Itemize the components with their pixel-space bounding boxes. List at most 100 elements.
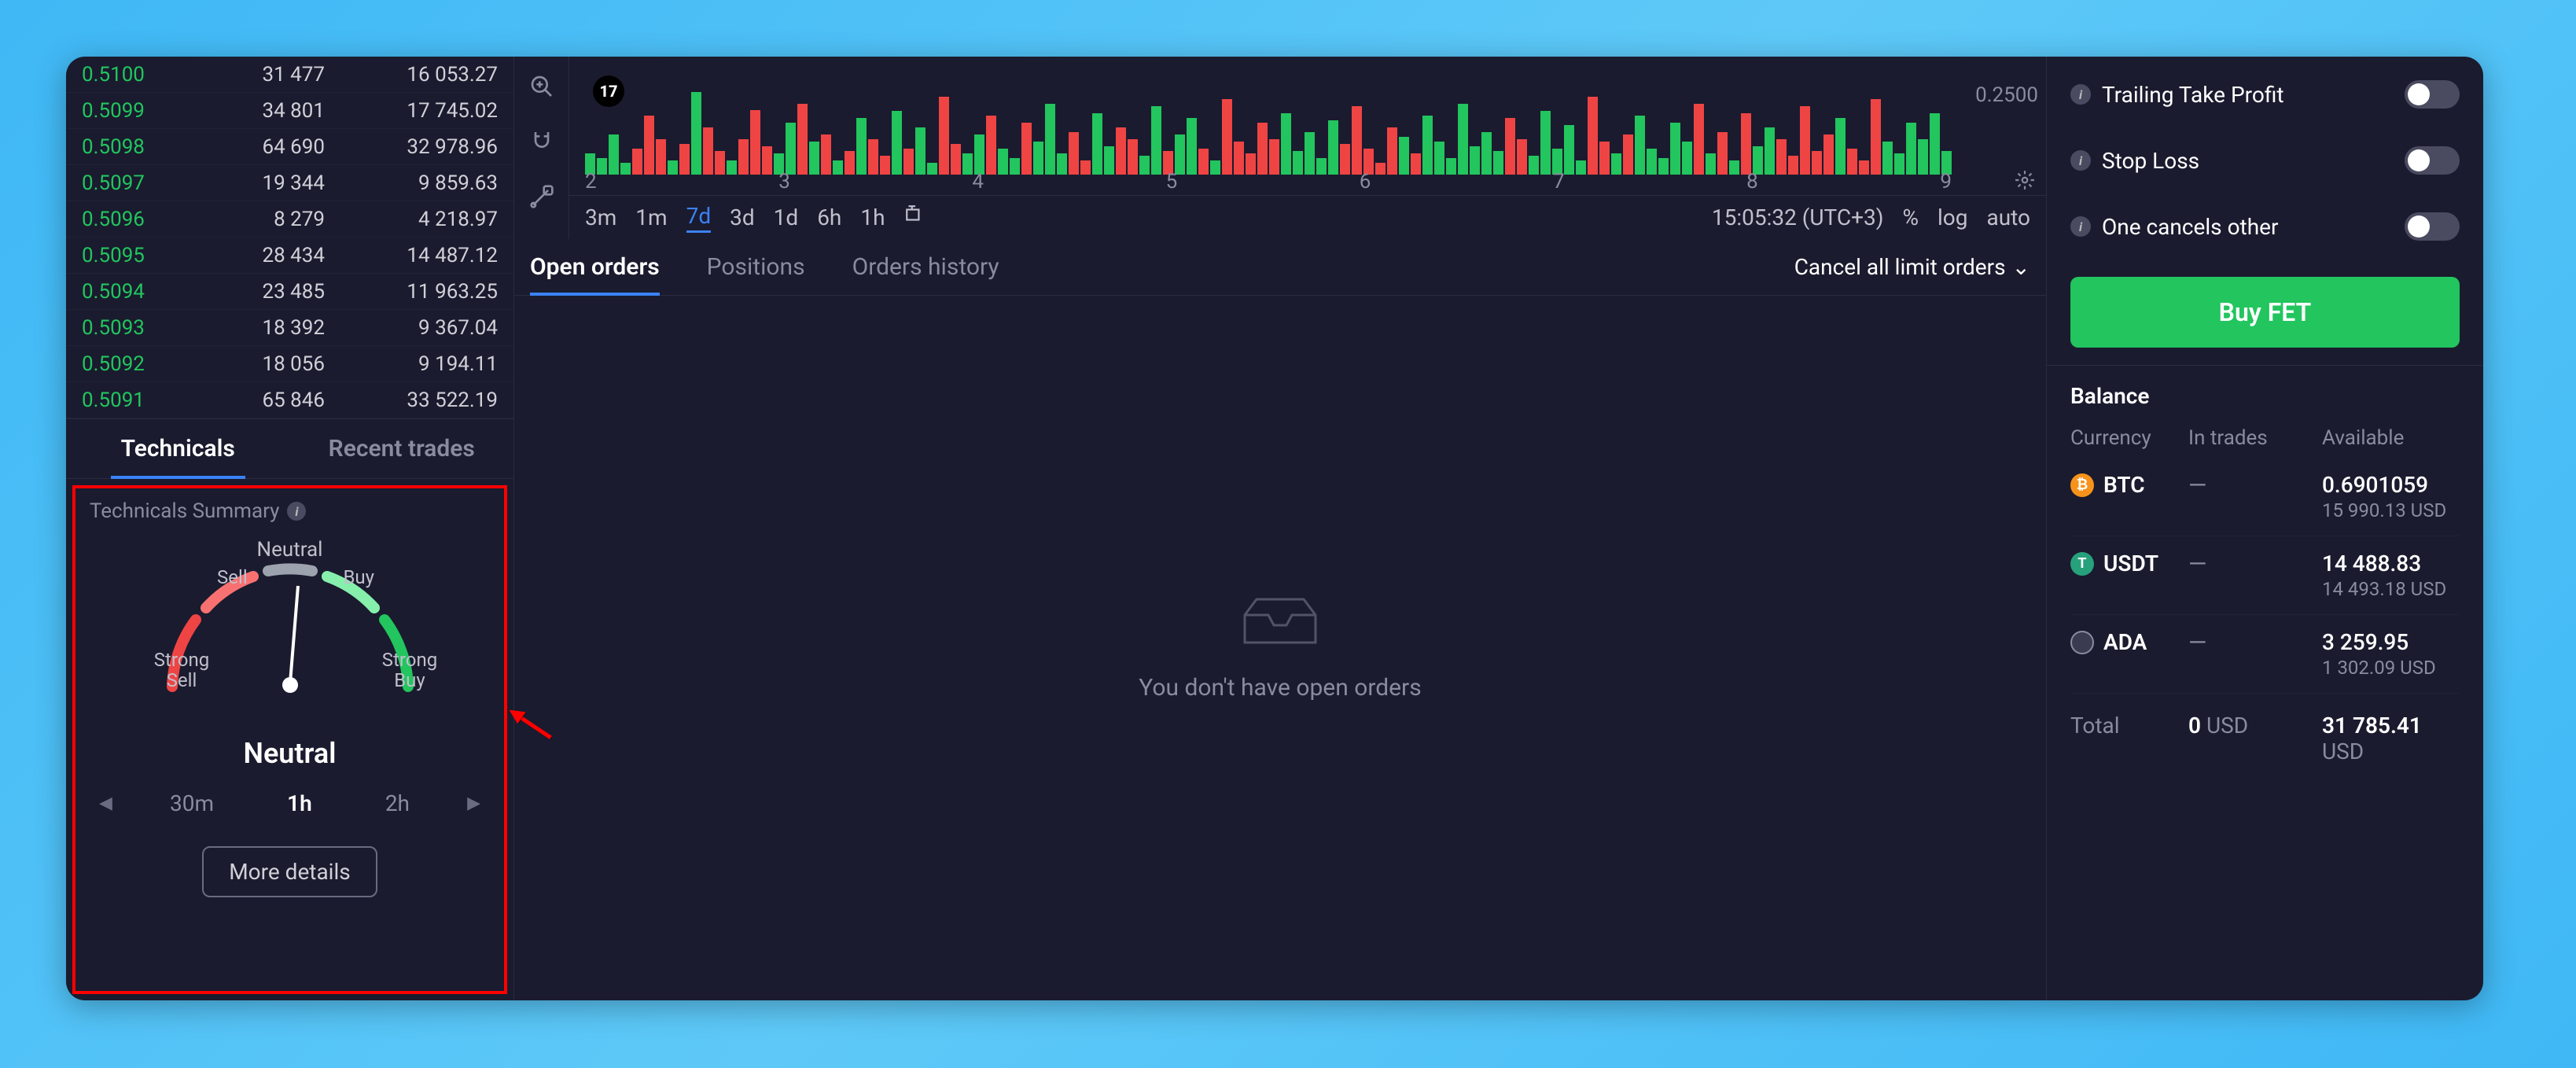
chart-tf-1d[interactable]: 1d xyxy=(774,204,799,230)
balance-in-trades: — xyxy=(2188,551,2322,578)
balance-header-row: Currency In trades Available xyxy=(2070,426,2460,450)
balance-row[interactable]: ₿BTC—0.690105915 990.13 USD xyxy=(2070,458,2460,536)
info-icon[interactable]: i xyxy=(2070,216,2091,237)
info-icon[interactable]: i xyxy=(2070,150,2091,171)
ob-amount: 19 344 xyxy=(208,171,348,195)
ob-price: 0.5098 xyxy=(82,135,208,159)
balance-currency: TUSDT xyxy=(2070,551,2188,576)
orderbook-row[interactable]: 0.509719 3449 859.63 xyxy=(66,165,513,201)
balance-section: Balance Currency In trades Available ₿BT… xyxy=(2047,365,2483,764)
right-column: iTrailing Take Profit iStop Loss iOne ca… xyxy=(2047,57,2483,1000)
ob-amount: 31 477 xyxy=(208,63,348,87)
oco-toggle[interactable] xyxy=(2405,212,2460,241)
orderbook-row[interactable]: 0.509528 43414 487.12 xyxy=(66,238,513,274)
ob-amount: 18 056 xyxy=(208,352,348,376)
ob-total: 9 859.63 xyxy=(348,171,498,195)
next-timeframe-icon[interactable]: ▶ xyxy=(467,794,480,813)
prev-timeframe-icon[interactable]: ◀ xyxy=(99,794,112,813)
col-currency: Currency xyxy=(2070,426,2188,450)
log-toggle[interactable]: log xyxy=(1938,204,1968,230)
tab-positions[interactable]: Positions xyxy=(707,239,805,295)
gauge-strong-buy-label: Strong Buy xyxy=(366,650,453,691)
technicals-summary-label: Technicals Summary xyxy=(90,499,279,523)
orderbook-row[interactable]: 0.509934 80117 745.02 xyxy=(66,93,513,129)
gauge-neutral-label: Neutral xyxy=(257,539,323,562)
chart-tf-7d[interactable]: 7d xyxy=(686,203,712,233)
coin-icon xyxy=(2070,631,2094,654)
ob-total: 16 053.27 xyxy=(348,63,498,87)
orderbook-row[interactable]: 0.50968 2794 218.97 xyxy=(66,201,513,238)
col-in-trades: In trades xyxy=(2188,426,2322,450)
technicals-panel: Technicals Summary i Neutral Sell Buy St… xyxy=(72,485,507,994)
cancel-all-limit-orders[interactable]: Cancel all limit orders ⌄ xyxy=(1794,254,2030,280)
orderbook-row[interactable]: 0.509864 69032 978.96 xyxy=(66,129,513,165)
chart-tf-3d[interactable]: 3d xyxy=(730,204,755,230)
tab-recent-trades[interactable]: Recent trades xyxy=(290,419,514,478)
stop-loss-toggle[interactable] xyxy=(2405,146,2460,175)
fullscreen-icon[interactable] xyxy=(904,204,925,230)
tab-open-orders[interactable]: Open orders xyxy=(530,239,660,295)
ob-price: 0.5096 xyxy=(82,208,208,231)
empty-text: You don't have open orders xyxy=(1139,674,1421,702)
ob-amount: 64 690 xyxy=(208,135,348,159)
gauge-tf-30m[interactable]: 30m xyxy=(154,790,230,816)
more-details-button[interactable]: More details xyxy=(202,846,377,897)
oco-label: One cancels other xyxy=(2102,214,2278,240)
chart-body[interactable]: 17 0.2500 23456789 3m1m7d3d1d6h1h 15:05:… xyxy=(569,57,2046,239)
ob-total: 11 963.25 xyxy=(348,280,498,304)
x-tick: 4 xyxy=(972,170,984,193)
orderbook-row[interactable]: 0.509423 48511 963.25 xyxy=(66,274,513,310)
gauge-tf-1h[interactable]: 1h xyxy=(271,790,328,816)
trailing-take-profit-label: Trailing Take Profit xyxy=(2102,82,2284,108)
total-available: 31 785.41 USD xyxy=(2322,713,2460,764)
chart-tf-3m[interactable]: 3m xyxy=(585,204,616,230)
empty-box-icon xyxy=(1237,595,1323,650)
ob-total: 9 367.04 xyxy=(348,316,498,340)
tab-orders-history[interactable]: Orders history xyxy=(852,239,999,295)
info-icon[interactable]: i xyxy=(287,502,306,521)
chart-toolbar xyxy=(514,57,569,239)
ob-total: 9 194.11 xyxy=(348,352,498,376)
orderbook-row[interactable]: 0.510031 47716 053.27 xyxy=(66,57,513,93)
ob-price: 0.5091 xyxy=(82,389,208,412)
zoom-in-icon[interactable] xyxy=(528,72,556,101)
info-icon[interactable]: i xyxy=(2070,84,2091,105)
chart-area[interactable]: 17 0.2500 23456789 3m1m7d3d1d6h1h 15:05:… xyxy=(514,57,2046,239)
middle-column: 17 0.2500 23456789 3m1m7d3d1d6h1h 15:05:… xyxy=(514,57,2047,1000)
balance-total-row: Total 0 USD 31 785.41 USD xyxy=(2070,694,2460,764)
x-tick: 3 xyxy=(778,170,790,193)
gauge-tf-2h[interactable]: 2h xyxy=(370,790,425,816)
buy-button[interactable]: Buy FET xyxy=(2070,277,2460,348)
chart-settings-icon[interactable] xyxy=(2015,170,2035,193)
tab-technicals[interactable]: Technicals xyxy=(66,419,290,478)
chart-clock: 15:05:32 (UTC+3) xyxy=(1712,204,1884,230)
ob-total: 32 978.96 xyxy=(348,135,498,159)
magnet-icon[interactable] xyxy=(528,127,556,156)
balance-row[interactable]: ADA—3 259.951 302.09 USD xyxy=(2070,615,2460,694)
chart-tf-1h[interactable]: 1h xyxy=(860,204,885,230)
cancel-all-label: Cancel all limit orders xyxy=(1794,254,2006,280)
trailing-take-profit-toggle[interactable] xyxy=(2405,80,2460,109)
orderbook-row[interactable]: 0.509218 0569 194.11 xyxy=(66,346,513,382)
balance-available: 0.690105915 990.13 USD xyxy=(2322,472,2460,521)
auto-toggle[interactable]: auto xyxy=(1986,204,2030,230)
orderbook-row[interactable]: 0.509165 84633 522.19 xyxy=(66,382,513,418)
ob-price: 0.5100 xyxy=(82,63,208,87)
left-column: 0.510031 47716 053.270.509934 80117 745.… xyxy=(66,57,514,1000)
balance-in-trades: — xyxy=(2188,629,2322,657)
orderbook: 0.510031 47716 053.270.509934 80117 745.… xyxy=(66,57,513,418)
balance-in-trades: — xyxy=(2188,472,2322,499)
chart-x-axis: 23456789 xyxy=(585,170,1952,193)
total-label: Total xyxy=(2070,713,2188,764)
chart-tf-6h[interactable]: 6h xyxy=(817,204,841,230)
balance-row[interactable]: TUSDT—14 488.8314 493.18 USD xyxy=(2070,536,2460,615)
gauge-buy-label: Buy xyxy=(343,567,374,587)
lock-icon[interactable] xyxy=(528,182,556,211)
ob-amount: 23 485 xyxy=(208,280,348,304)
coin-icon: T xyxy=(2070,552,2094,576)
chart-tf-1m[interactable]: 1m xyxy=(635,204,667,230)
percent-toggle[interactable]: % xyxy=(1902,204,1919,230)
open-orders-empty-state: You don't have open orders xyxy=(514,296,2046,1000)
x-tick: 7 xyxy=(1553,170,1565,193)
orderbook-row[interactable]: 0.509318 3929 367.04 xyxy=(66,310,513,346)
